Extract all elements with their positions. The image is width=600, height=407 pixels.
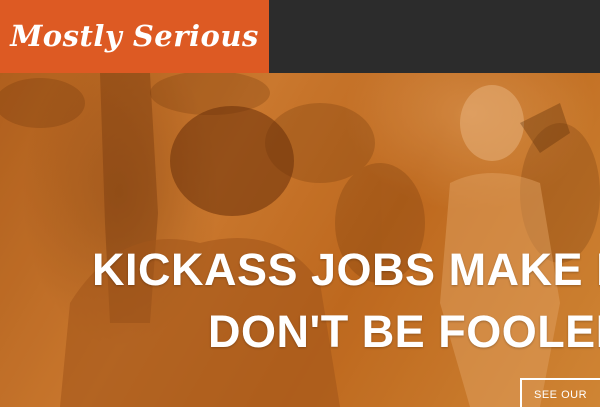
logo: Mostly Serious <box>10 18 259 53</box>
logo-link[interactable]: Mostly Serious <box>0 0 269 73</box>
page: Mostly Serious KICKASS JOBS MAKE DON'T B… <box>0 0 600 407</box>
hero-photo <box>0 73 600 407</box>
top-bar: Mostly Serious <box>0 0 600 73</box>
hero-banner: KICKASS JOBS MAKE FO DON'T BE FOOLED SEE… <box>0 73 600 407</box>
see-our-button[interactable]: SEE OUR <box>520 378 600 407</box>
